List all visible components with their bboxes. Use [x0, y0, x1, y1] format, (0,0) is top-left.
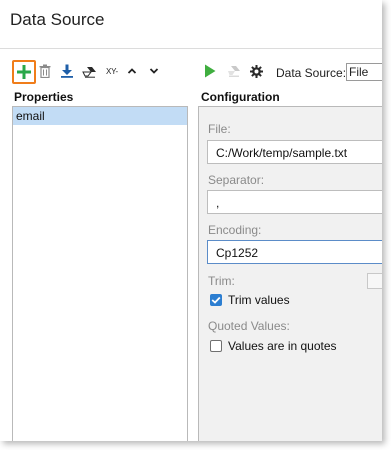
run-button[interactable]: [203, 63, 217, 79]
file-field[interactable]: C:/Work/temp/sample.txt: [207, 140, 382, 164]
file-label: File:: [208, 122, 231, 136]
data-source-label: Data Source:: [276, 66, 347, 80]
add-property-button[interactable]: [12, 60, 36, 84]
xy-button[interactable]: XY-: [102, 63, 122, 79]
download-icon: [60, 64, 74, 78]
separator-label: Separator:: [208, 173, 265, 187]
trim-values-option[interactable]: Trim values: [210, 293, 290, 307]
trim-values-checkbox[interactable]: [210, 294, 222, 306]
data-source-select[interactable]: File: [346, 63, 382, 81]
configuration-panel: File: C:/Work/temp/sample.txt Separator:…: [198, 106, 382, 441]
delete-button[interactable]: [38, 63, 52, 79]
separator-field[interactable]: ,: [207, 190, 382, 214]
panel-header: Data Source: [0, 0, 382, 49]
data-source-panel: Data Source XY- Data Source: File Proper…: [0, 0, 382, 441]
encoding-label: Encoding:: [208, 223, 262, 237]
panel-title: Data Source: [10, 10, 105, 29]
add-icon: [16, 64, 32, 80]
trim-control[interactable]: [367, 273, 382, 289]
erase-button[interactable]: [81, 63, 97, 79]
property-item-email[interactable]: email: [13, 107, 187, 125]
quotes-option[interactable]: Values are in quotes: [210, 339, 337, 353]
encoding-field[interactable]: Cp1252: [207, 240, 382, 264]
configuration-heading: Configuration: [201, 90, 280, 104]
chevron-down-icon: [149, 67, 159, 75]
quotes-checkbox[interactable]: [210, 340, 222, 352]
play-icon: [204, 64, 216, 78]
clear-icon: [227, 65, 241, 77]
trash-icon: [39, 64, 51, 78]
import-button[interactable]: [60, 63, 74, 79]
chevron-up-icon: [127, 67, 137, 75]
properties-list[interactable]: email: [12, 106, 188, 441]
move-down-button[interactable]: [148, 63, 160, 79]
clear-button[interactable]: [227, 63, 241, 79]
move-up-button[interactable]: [126, 63, 138, 79]
quotes-label: Values are in quotes: [228, 339, 337, 353]
properties-heading: Properties: [14, 90, 74, 104]
toolbar: XY- Data Source: File: [0, 58, 382, 88]
settings-button[interactable]: [249, 63, 263, 79]
trim-label: Trim:: [208, 274, 235, 288]
gear-icon: [249, 64, 263, 78]
xy-icon: XY-: [105, 66, 118, 76]
eraser-icon: [81, 65, 97, 78]
trim-values-label: Trim values: [228, 293, 290, 307]
quoted-values-label: Quoted Values:: [208, 319, 290, 333]
